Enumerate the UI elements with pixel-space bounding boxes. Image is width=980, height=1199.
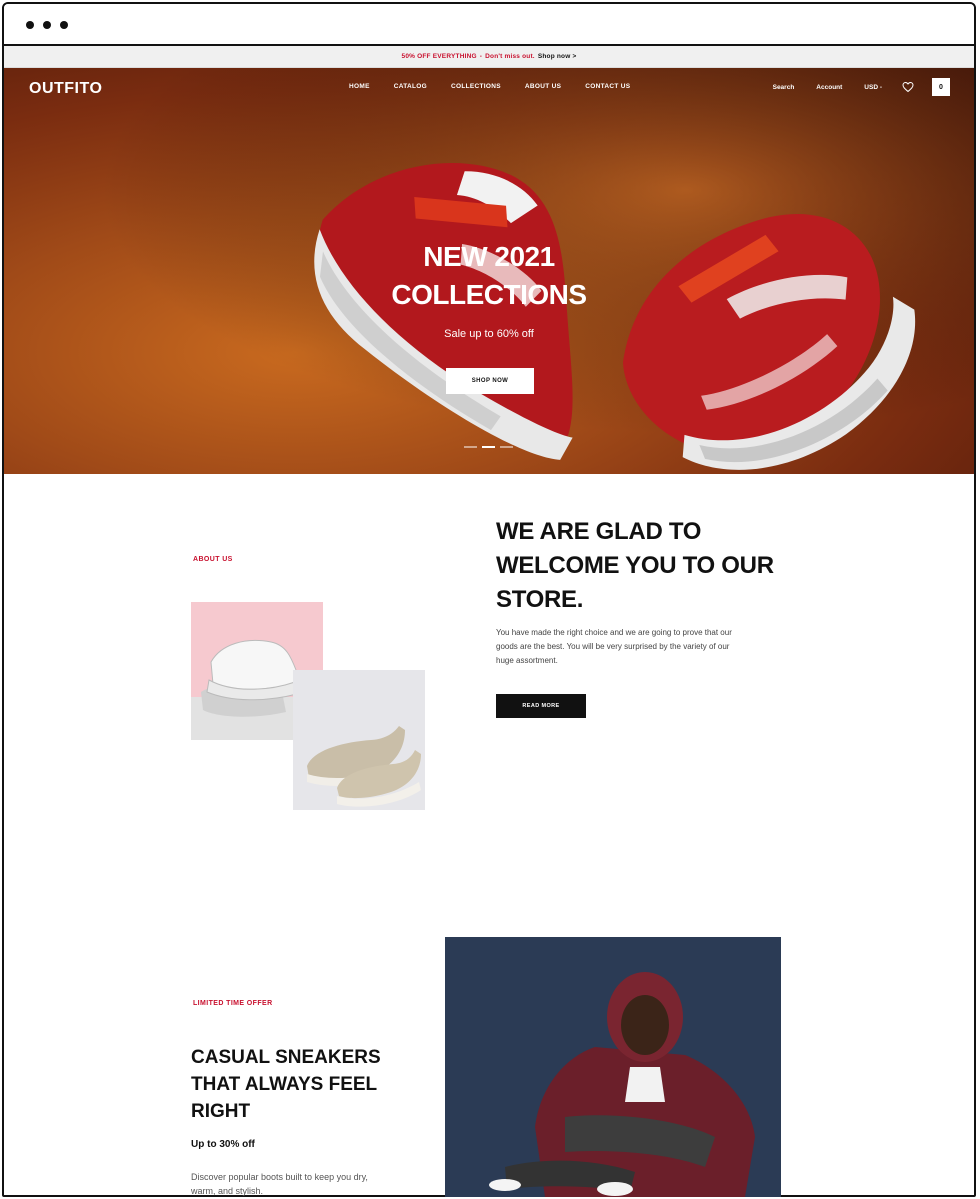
- window-dot-icon: [26, 21, 34, 29]
- cart-icon[interactable]: 0: [932, 78, 950, 96]
- slider-dots: [464, 446, 513, 448]
- browser-toolbar: [4, 4, 974, 46]
- about-eyebrow: ABOUT US: [193, 556, 233, 563]
- model-graphic: [489, 972, 755, 1197]
- heart-icon[interactable]: [902, 81, 914, 93]
- about-description: You have made the right choice and we ar…: [496, 628, 732, 665]
- currency-select[interactable]: USD -: [864, 84, 882, 91]
- announcement-separator: -: [479, 53, 483, 60]
- promo-heading-line2: THAT ALWAYS FEEL: [191, 1074, 378, 1095]
- hero-title: NEW 2021 COLLECTIONS: [4, 238, 974, 314]
- promo-description: Discover popular boots built to keep you…: [191, 1172, 368, 1196]
- promo-heading-line3: RIGHT: [191, 1101, 251, 1122]
- promo-heading: CASUAL SNEAKERS THAT ALWAYS FEEL RIGHT: [191, 1044, 411, 1125]
- slider-dot-active[interactable]: [482, 446, 495, 448]
- nav-menu: HOME CATALOG COLLECTIONS ABOUT US CONTAC…: [349, 83, 654, 90]
- nav-catalog[interactable]: CATALOG: [394, 83, 427, 90]
- search-link[interactable]: Search: [773, 84, 795, 91]
- window-dot-icon: [43, 21, 51, 29]
- beige-sneakers-image: [293, 670, 425, 810]
- announcement-shop-link[interactable]: Shop now >: [538, 53, 577, 60]
- promo-offer: Up to 30% off: [191, 1139, 255, 1150]
- hero-title-line2: COLLECTIONS: [391, 279, 587, 310]
- account-link[interactable]: Account: [816, 84, 842, 91]
- nav-collections[interactable]: COLLECTIONS: [451, 83, 501, 90]
- nav-home[interactable]: HOME: [349, 83, 370, 90]
- hero-subtitle: Sale up to 60% off: [444, 328, 534, 340]
- site-logo[interactable]: OUTFITO: [29, 80, 102, 98]
- slider-dot[interactable]: [500, 446, 513, 448]
- about-heading-line3: STORE.: [496, 586, 584, 613]
- header-actions: Search Account USD - 0: [751, 78, 950, 96]
- hero-banner: OUTFITO HOME CATALOG COLLECTIONS ABOUT U…: [4, 68, 974, 474]
- announcement-bar: 50% OFF EVERYTHING - Don't miss out. Sho…: [4, 46, 974, 68]
- promo-eyebrow: LIMITED TIME OFFER: [193, 1000, 273, 1007]
- about-heading-line2: WELCOME YOU TO OUR: [496, 552, 774, 579]
- read-more-button[interactable]: READ MORE: [496, 694, 586, 718]
- window-dot-icon: [60, 21, 68, 29]
- announcement-highlight: 50% OFF EVERYTHING: [401, 53, 477, 60]
- about-heading: WE ARE GLAD TO WELCOME YOU TO OUR STORE.: [496, 515, 816, 617]
- slider-dot[interactable]: [464, 446, 477, 448]
- main-navigation: OUTFITO HOME CATALOG COLLECTIONS ABOUT U…: [4, 68, 974, 108]
- nav-contact-us[interactable]: CONTACT US: [585, 83, 630, 90]
- promo-heading-line1: CASUAL SNEAKERS: [191, 1047, 381, 1068]
- hero-title-line1: NEW 2021: [423, 241, 555, 272]
- beige-sneakers-graphic: [307, 726, 421, 807]
- shop-now-button[interactable]: SHOP NOW: [446, 368, 534, 394]
- model-photo: [445, 937, 781, 1197]
- cart-count: 0: [939, 83, 943, 91]
- nav-about-us[interactable]: ABOUT US: [525, 83, 561, 90]
- about-heading-line1: WE ARE GLAD TO: [496, 518, 702, 545]
- announcement-text: Don't miss out.: [485, 53, 535, 60]
